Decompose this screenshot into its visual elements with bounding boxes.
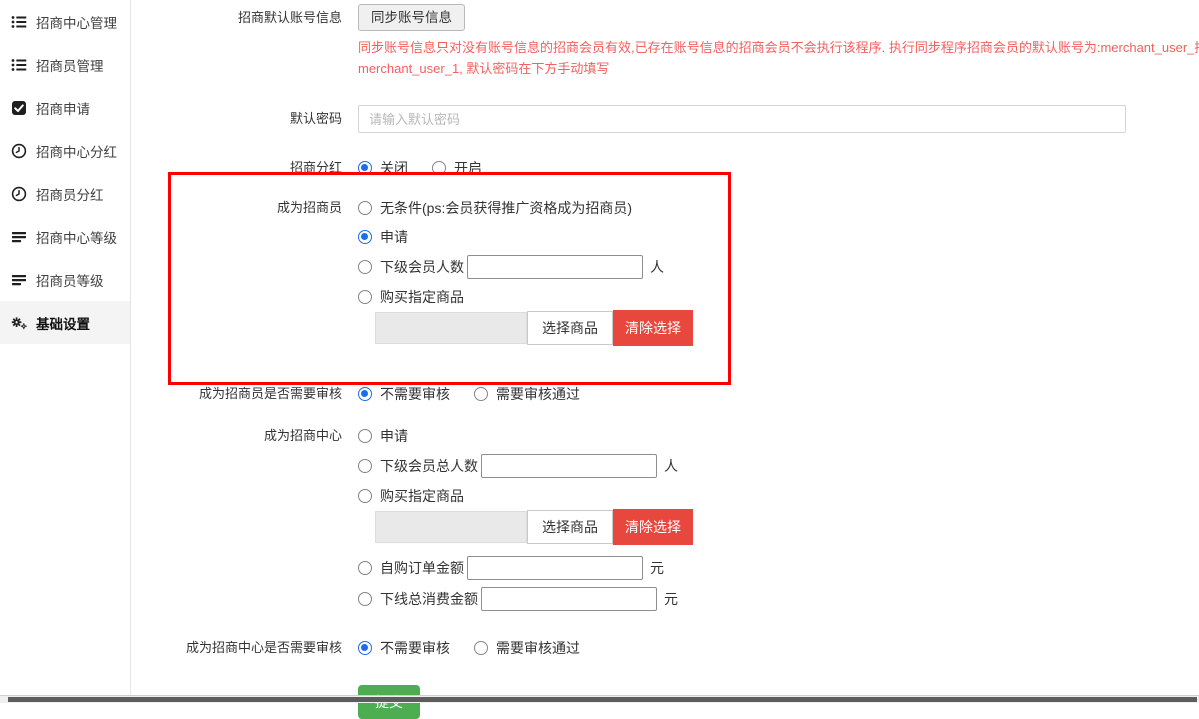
agent-clear-selection-button[interactable]: 清除选择 — [613, 310, 693, 346]
sidebar-item-agent-level[interactable]: 招商员等级 — [0, 258, 130, 301]
sidebar-item-agent-mgmt[interactable]: 招商员管理 — [0, 43, 130, 86]
radio-agent-subordinate-count[interactable] — [358, 260, 372, 274]
sync-warning-line2: merchant_user_1, 默认密码在下方手动填写 — [358, 58, 1199, 79]
radio-center-buy-product[interactable] — [358, 489, 372, 503]
sync-account-button[interactable]: 同步账号信息 — [358, 4, 465, 31]
radio-label: 关闭 — [380, 158, 408, 178]
check-square-icon — [10, 100, 27, 116]
sidebar-item-label: 招商中心分红 — [36, 141, 117, 161]
sidebar-item-label: 招商申请 — [36, 98, 90, 118]
radio-agent-unconditional[interactable] — [358, 201, 372, 215]
radio-center-apply[interactable] — [358, 429, 372, 443]
radio-label: 开启 — [454, 158, 482, 178]
gears-icon — [10, 315, 27, 331]
default-password-input[interactable] — [358, 105, 1126, 133]
default-password-label: 默认密码 — [131, 105, 350, 133]
agent-subordinate-count-input[interactable] — [467, 255, 643, 279]
become-agent-row: 成为招商员 无条件(ps:会员获得推广资格成为招商员) 申请 下级会员人数 人 … — [131, 197, 1199, 357]
horizontal-scrollbar-thumb[interactable] — [8, 697, 1197, 702]
radio-label: 购买指定商品 — [380, 287, 464, 307]
align-left-icon — [10, 229, 27, 245]
center-review-row: 成为招商中心是否需要审核 不需要审核 需要审核通过 — [131, 637, 1199, 659]
sidebar-item-agent-dividend[interactable]: 招商员分红 — [0, 172, 130, 215]
radio-label: 不需要审核 — [380, 638, 450, 658]
sidebar-item-merchant-apply[interactable]: 招商申请 — [0, 86, 130, 129]
dividend-label: 招商分红 — [131, 157, 350, 179]
radio-label: 购买指定商品 — [380, 486, 464, 506]
radio-center-subordinate-total[interactable] — [358, 459, 372, 473]
default-password-row: 默认密码 — [131, 105, 1199, 133]
unit-suffix: 人 — [650, 257, 664, 277]
center-clear-selection-button[interactable]: 清除选择 — [613, 509, 693, 545]
radio-dividend-on[interactable] — [432, 161, 446, 175]
align-left-icon — [10, 272, 27, 288]
sidebar-item-basic-settings[interactable]: 基础设置 — [0, 301, 130, 344]
radio-label: 需要审核通过 — [496, 384, 580, 404]
unit-suffix: 元 — [664, 589, 678, 609]
center-downline-spend-input[interactable] — [481, 587, 657, 611]
unit-suffix: 元 — [650, 558, 664, 578]
sidebar-item-label: 招商中心管理 — [36, 12, 117, 32]
radio-label: 下线总消费金额 — [380, 589, 478, 609]
agent-review-label: 成为招商员是否需要审核 — [131, 383, 350, 405]
list-icon — [10, 57, 27, 73]
horizontal-scrollbar — [0, 695, 1199, 703]
sidebar-item-center-dividend[interactable]: 招商中心分红 — [0, 129, 130, 172]
account-info-label: 招商默认账号信息 — [131, 4, 350, 31]
center-subordinate-total-input[interactable] — [481, 454, 657, 478]
sync-warning-line1: 同步账号信息只对没有账号信息的招商会员有效,已存在账号信息的招商会员不会执行该程… — [358, 37, 1199, 58]
clock-icon — [10, 186, 27, 202]
radio-label: 申请 — [380, 426, 408, 446]
sidebar-item-center-level[interactable]: 招商中心等级 — [0, 215, 130, 258]
agent-product-input[interactable] — [375, 312, 527, 344]
agent-product-picker: 选择商品 清除选择 — [375, 309, 1199, 347]
radio-center-no-review[interactable] — [358, 641, 372, 655]
sidebar: 招商中心管理 招商员管理 招商申请 招商中心分红 招商员分红 招商中心等级 — [0, 0, 131, 696]
radio-center-need-review[interactable] — [474, 641, 488, 655]
agent-select-product-button[interactable]: 选择商品 — [527, 311, 613, 345]
radio-agent-buy-product[interactable] — [358, 290, 372, 304]
sidebar-item-label: 招商员分红 — [36, 184, 104, 204]
radio-center-downline-spend[interactable] — [358, 592, 372, 606]
radio-label: 申请 — [380, 227, 408, 247]
become-center-label: 成为招商中心 — [131, 425, 350, 447]
become-center-row: 成为招商中心 申请 下级会员总人数 人 购买指定商品 选择商品 清除选择 — [131, 425, 1199, 611]
radio-dividend-off[interactable] — [358, 161, 372, 175]
radio-agent-apply[interactable] — [358, 230, 372, 244]
radio-label: 不需要审核 — [380, 384, 450, 404]
center-review-label: 成为招商中心是否需要审核 — [131, 637, 350, 659]
radio-label: 需要审核通过 — [496, 638, 580, 658]
radio-center-self-order-amount[interactable] — [358, 561, 372, 575]
dividend-row: 招商分红 关闭 开启 — [131, 157, 1199, 179]
sidebar-item-label: 招商中心等级 — [36, 227, 117, 247]
radio-label: 下级会员人数 — [380, 257, 464, 277]
basic-settings-form: 招商默认账号信息 同步账号信息 同步账号信息只对没有账号信息的招商会员有效,已存… — [131, 0, 1199, 695]
radio-label: 自购订单金额 — [380, 558, 464, 578]
radio-agent-no-review[interactable] — [358, 387, 372, 401]
radio-label: 无条件(ps:会员获得推广资格成为招商员) — [380, 198, 632, 218]
radio-label: 下级会员总人数 — [380, 456, 478, 476]
radio-agent-need-review[interactable] — [474, 387, 488, 401]
account-info-row: 招商默认账号信息 同步账号信息 同步账号信息只对没有账号信息的招商会员有效,已存… — [131, 4, 1199, 79]
list-icon — [10, 14, 27, 30]
sidebar-item-merchant-center-mgmt[interactable]: 招商中心管理 — [0, 0, 130, 43]
agent-review-row: 成为招商员是否需要审核 不需要审核 需要审核通过 — [131, 383, 1199, 405]
become-agent-label: 成为招商员 — [131, 197, 350, 219]
clock-icon — [10, 143, 27, 159]
center-select-product-button[interactable]: 选择商品 — [527, 510, 613, 544]
sidebar-item-label: 招商员等级 — [36, 270, 104, 290]
sidebar-item-label: 招商员管理 — [36, 55, 104, 75]
sidebar-item-label: 基础设置 — [36, 313, 90, 333]
center-product-picker: 选择商品 清除选择 — [375, 508, 1199, 546]
center-self-order-amount-input[interactable] — [467, 556, 643, 580]
unit-suffix: 人 — [664, 456, 678, 476]
center-product-input[interactable] — [375, 511, 527, 543]
